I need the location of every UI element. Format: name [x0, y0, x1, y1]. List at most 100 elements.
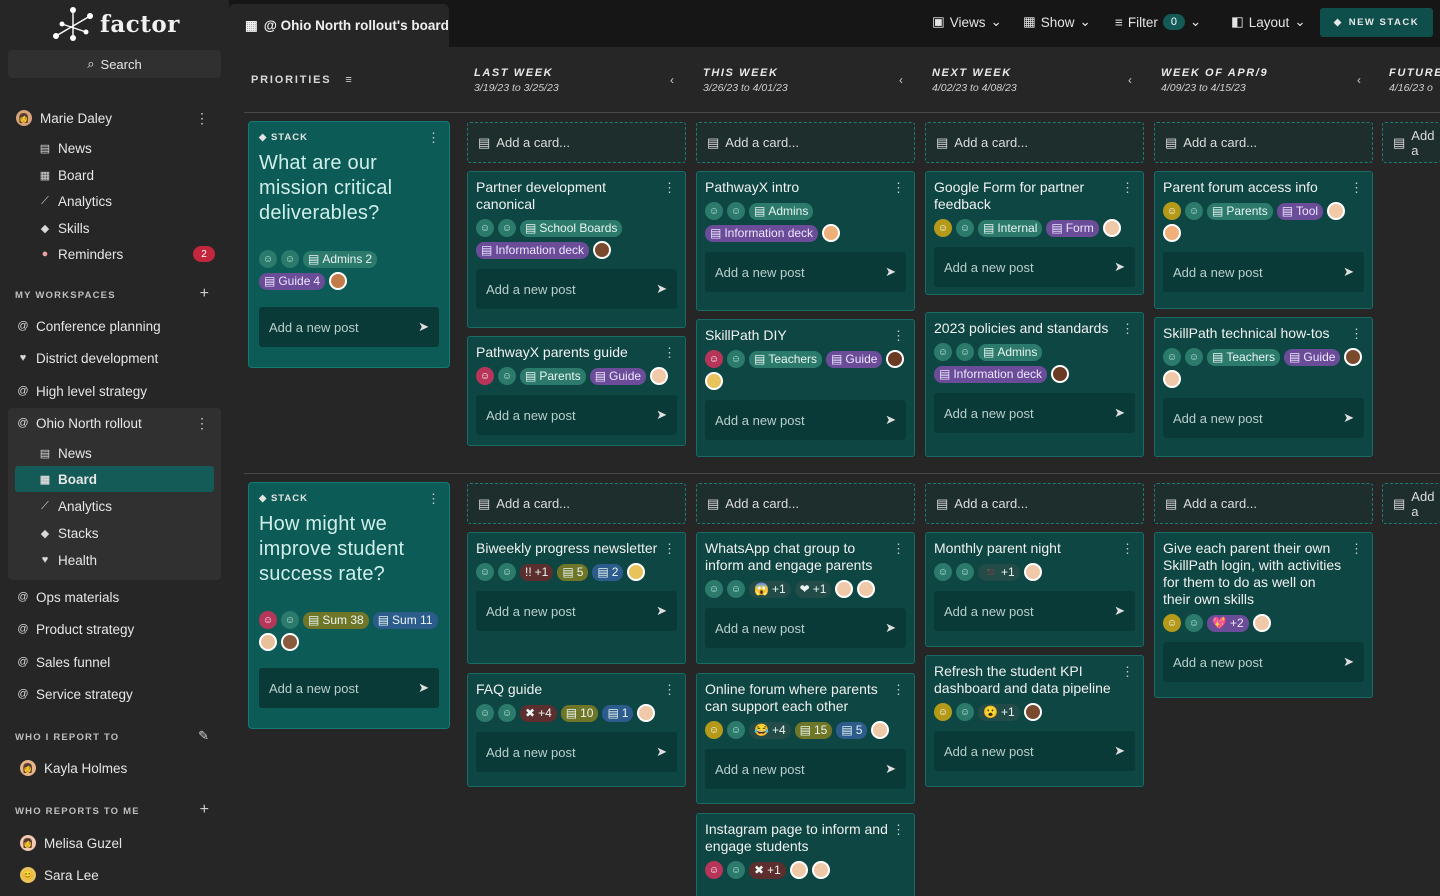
board-card[interactable]: ⋮ Partner development canonical ☺ ☺ ▤ Sc… — [467, 171, 686, 328]
add-card-button[interactable]: ▤ Add a card... — [1154, 122, 1373, 163]
reaction-tag[interactable]: ✖ +4 — [520, 704, 557, 722]
chevron-left-icon[interactable]: ‹ — [670, 73, 674, 87]
add-report-icon[interactable]: + — [200, 801, 209, 819]
board-card[interactable]: ⋮ Refresh the student KPI dashboard and … — [925, 655, 1144, 787]
more-icon[interactable]: ⋮ — [663, 345, 676, 361]
sidebar-item-board-selected[interactable]: ▦ Board — [15, 466, 214, 492]
more-icon[interactable]: ⋮ — [892, 180, 905, 196]
more-icon[interactable]: ⋮ — [195, 415, 209, 432]
board-card[interactable]: ⋮ Google Form for partner feedback ☺ ☺ ▤… — [925, 171, 1144, 295]
tag[interactable]: ▤ 5 — [836, 721, 868, 739]
tag[interactable]: ▤ Tool — [1276, 202, 1324, 220]
sidebar-item-analytics[interactable]: ⟋ Analytics — [0, 493, 229, 519]
board-card[interactable]: ⋮ PathwayX intro ☺ ☺ ▤ Admins ▤ Informat… — [696, 171, 915, 311]
add-card-button[interactable]: ▤ Add a card... — [467, 122, 686, 163]
send-icon[interactable]: ➤ — [885, 620, 896, 636]
person-item[interactable]: 👩 Melisa Guzel — [0, 830, 229, 856]
reaction-tag[interactable]: ◾ +1 — [978, 563, 1020, 581]
send-icon[interactable]: ➤ — [885, 264, 896, 280]
more-icon[interactable]: ⋮ — [1121, 321, 1134, 337]
reaction-tag[interactable]: !! +1 — [520, 563, 554, 581]
layout-button[interactable]: ◧ Layout ⌄ — [1231, 14, 1306, 30]
more-icon[interactable]: ⋮ — [195, 110, 209, 127]
tag[interactable]: ▤ 2 — [592, 563, 624, 581]
sidebar-item-analytics[interactable]: ⟋ Analytics — [0, 188, 229, 214]
user-row[interactable]: 👩 Marie Daley ⋮ — [0, 105, 229, 131]
tag[interactable]: ▤ Sum 11 — [372, 611, 438, 629]
add-card-button[interactable]: ▤ Add a card... — [1154, 483, 1373, 524]
add-post-input[interactable]: Add a new post ➤ — [705, 749, 906, 789]
search-button[interactable]: ⌕ Search — [8, 50, 221, 78]
reaction-tag[interactable]: 💖 +2 — [1207, 614, 1249, 632]
board-card[interactable]: ⋮ SkillPath DIY ☺ ☺ ▤ Teachers ▤ Guide A… — [696, 319, 915, 457]
add-card-button[interactable]: ▤ Add a card... — [467, 483, 686, 524]
add-post-input[interactable]: Add a new post ➤ — [1163, 642, 1364, 682]
send-icon[interactable]: ➤ — [885, 412, 896, 428]
add-post-input[interactable]: Add a new post ➤ — [705, 608, 906, 648]
reaction-tag[interactable]: 😱 +1 — [749, 580, 791, 598]
send-icon[interactable]: ➤ — [656, 744, 667, 760]
send-icon[interactable]: ➤ — [418, 680, 429, 696]
add-card-button[interactable]: ▤ Add a card... — [696, 483, 915, 524]
workspace-item[interactable]: @ High level strategy — [0, 378, 229, 404]
tag[interactable]: ▤ Guide — [826, 350, 883, 368]
send-icon[interactable]: ➤ — [418, 319, 429, 335]
tag[interactable]: ▤ Admins — [978, 343, 1043, 361]
sidebar-item-news[interactable]: ▤ News — [0, 440, 229, 466]
board-card[interactable]: ⋮ Give each parent their own SkillPath l… — [1154, 532, 1373, 698]
tag[interactable]: ▤ Information deck — [934, 365, 1048, 383]
board-card[interactable]: ⋮ SkillPath technical how-tos ☺ ☺ ▤ Teac… — [1154, 317, 1373, 457]
tag[interactable]: ▤ Parents — [520, 367, 586, 385]
more-icon[interactable]: ⋮ — [427, 130, 440, 146]
add-card-button[interactable]: ▤ Add a card... — [925, 122, 1144, 163]
send-icon[interactable]: ➤ — [656, 603, 667, 619]
more-icon[interactable]: ⋮ — [1350, 541, 1363, 557]
add-post-input[interactable]: Add a new post ➤ — [705, 400, 906, 440]
add-post-input[interactable]: Add a new post ➤ — [1163, 252, 1364, 292]
reaction-tag[interactable]: 😮 +1 — [978, 703, 1020, 721]
more-icon[interactable]: ⋮ — [663, 541, 676, 557]
reaction-tag[interactable]: 😂 +4 — [749, 721, 791, 739]
sidebar-item-reminders[interactable]: ● Reminders 2 — [0, 241, 229, 267]
chevron-left-icon[interactable]: ‹ — [899, 73, 903, 87]
tag[interactable]: ▤ Parents — [1207, 202, 1273, 220]
reaction-tag[interactable]: ❤ +1 — [794, 580, 832, 598]
workspace-item[interactable]: @ Ops materials — [0, 584, 229, 610]
tag[interactable]: ▤ Information deck — [705, 224, 819, 242]
tag[interactable]: ▤ Admins 2 — [303, 250, 378, 268]
more-icon[interactable]: ⋮ — [892, 541, 905, 557]
more-icon[interactable]: ⋮ — [663, 682, 676, 698]
tag[interactable]: ▤ Form — [1046, 219, 1099, 237]
priorities-header[interactable]: PRIORITIES ≡ — [251, 74, 354, 86]
more-icon[interactable]: ⋮ — [1121, 664, 1134, 680]
send-icon[interactable]: ➤ — [1114, 743, 1125, 759]
send-icon[interactable]: ➤ — [885, 761, 896, 777]
send-icon[interactable]: ➤ — [656, 407, 667, 423]
sidebar-item-board[interactable]: ▦ Board — [0, 162, 229, 188]
more-icon[interactable]: ⋮ — [1121, 180, 1134, 196]
tag[interactable]: ▤ Guide 4 — [259, 272, 326, 290]
tag[interactable]: ▤ Sum 38 — [303, 611, 369, 629]
sidebar-item-stacks[interactable]: ◆ Stacks — [0, 520, 229, 546]
workspace-item[interactable]: @ Product strategy — [0, 616, 229, 642]
more-icon[interactable]: ⋮ — [892, 328, 905, 344]
tag[interactable]: ▤ Teachers — [1207, 348, 1281, 366]
add-card-button[interactable]: ▤ Add a card... — [696, 122, 915, 163]
send-icon[interactable]: ➤ — [1114, 405, 1125, 421]
add-card-button[interactable]: ▤ Add a — [1382, 483, 1440, 524]
add-post-input[interactable]: Add a new post ➤ — [1163, 398, 1364, 438]
sidebar-item-skills[interactable]: ◆ Skills — [0, 215, 229, 241]
add-post-input[interactable]: Add a new post ➤ — [476, 395, 677, 435]
person-item[interactable]: 😊 Sara Lee — [0, 862, 229, 888]
add-post-input[interactable]: Add a new post ➤ — [476, 732, 677, 772]
views-button[interactable]: ▣ Views ⌄ — [932, 14, 1002, 30]
more-icon[interactable]: ⋮ — [892, 822, 905, 838]
show-button[interactable]: ▦ Show ⌄ — [1023, 14, 1091, 30]
stack-card[interactable]: ◆ STACK ⋮ What are our mission critical … — [249, 122, 449, 367]
reaction-tag[interactable]: ✖ +1 — [749, 861, 786, 879]
add-post-input[interactable]: Add a new post ➤ — [934, 247, 1135, 287]
add-post-input[interactable]: Add a new post ➤ — [259, 668, 439, 708]
more-icon[interactable]: ⋮ — [1121, 541, 1134, 557]
add-post-input[interactable]: Add a new post ➤ — [934, 731, 1135, 771]
tag[interactable]: ▤ Internal — [978, 219, 1043, 237]
